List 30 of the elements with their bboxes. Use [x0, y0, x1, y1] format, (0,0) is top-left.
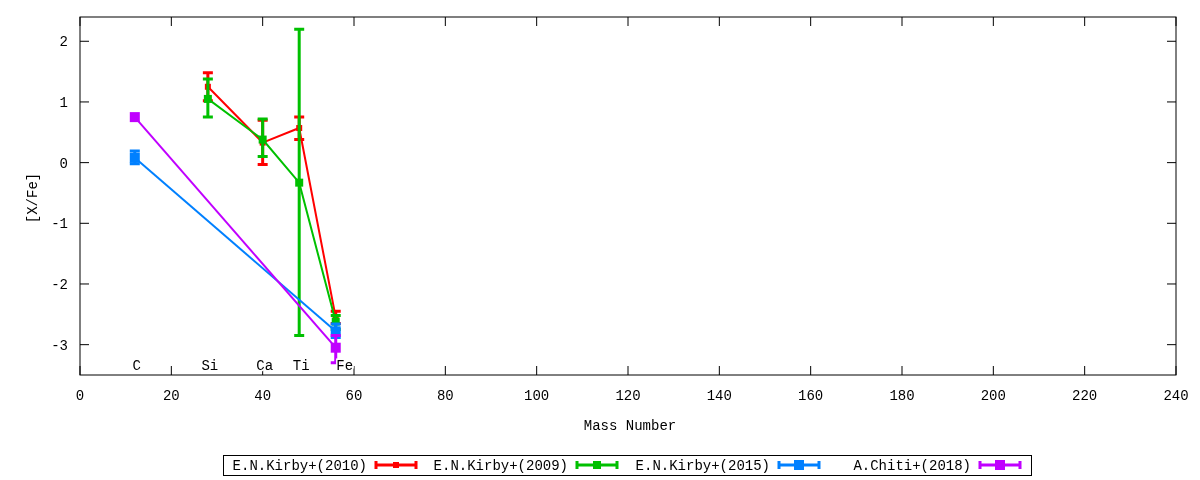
- x-tick-label: 40: [254, 388, 272, 404]
- element-label: Ca: [256, 357, 274, 374]
- x-tick-label: 180: [889, 388, 915, 404]
- y-tick-label: -1: [51, 216, 68, 233]
- x-tick-label: 240: [1163, 388, 1189, 404]
- y-tick-label: -2: [51, 277, 68, 293]
- x-tick-label: 20: [162, 388, 180, 404]
- element-label: Fe: [336, 357, 354, 374]
- x-tick-label: 200: [980, 388, 1006, 404]
- y-tick-label: -3: [51, 337, 68, 354]
- y-tick-label: 0: [59, 155, 68, 172]
- x-tick-label: 100: [524, 388, 550, 404]
- element-label: Si: [201, 357, 219, 374]
- x-tick-label: 160: [798, 388, 824, 404]
- legend-label: E.N.Kirby+(2015): [635, 458, 770, 474]
- x-tick-label: 120: [615, 388, 641, 404]
- element-label: C: [132, 357, 141, 374]
- y-tick-label: 1: [59, 94, 68, 111]
- x-tick-label: 220: [1072, 388, 1098, 404]
- x-axis-title: Mass Number: [583, 418, 677, 434]
- legend-label: E.N.Kirby+(2010): [232, 458, 367, 474]
- x-tick-label: 0: [75, 388, 85, 404]
- x-tick-label: 80: [436, 388, 454, 404]
- legend-label: A.Chiti+(2018): [853, 458, 971, 474]
- x-tick-label: 140: [706, 388, 732, 404]
- y-axis-title: [X/Fe]: [25, 172, 41, 224]
- element-label: Ti: [292, 357, 310, 374]
- y-tick-label: 2: [59, 34, 68, 51]
- x-tick-label: 60: [345, 388, 363, 404]
- legend-label: E.N.Kirby+(2009): [433, 458, 568, 474]
